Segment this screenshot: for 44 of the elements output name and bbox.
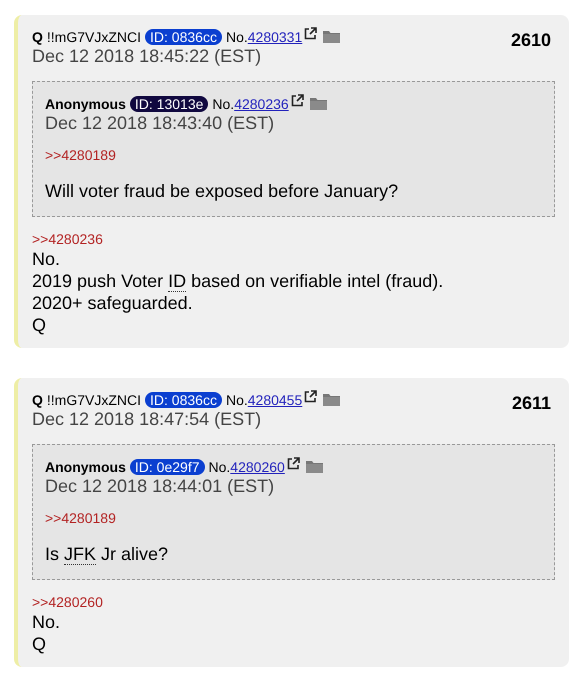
post-text: Q	[32, 314, 48, 336]
external-link-icon[interactable]	[290, 94, 304, 107]
folder-icon[interactable]	[310, 97, 327, 110]
post-number-label: No.	[226, 392, 248, 408]
post-number-label: No.	[208, 459, 230, 475]
quoted-text: Will voter fraud be exposed before January?	[45, 180, 400, 202]
post-text: 2020+ safeguarded.	[32, 292, 194, 314]
quoted-text: Is JFK Jr alive?	[45, 543, 170, 565]
external-link-icon[interactable]	[304, 27, 318, 40]
folder-icon[interactable]	[306, 460, 323, 473]
post-number-link[interactable]: 4280331	[248, 29, 302, 45]
external-link-icon[interactable]	[304, 390, 318, 403]
tripcode: !!mG7VJxZNCI	[46, 29, 142, 45]
post-date: Dec 12 2018 18:47:54 (EST)	[32, 409, 262, 429]
post-text: Q	[32, 633, 48, 655]
reply-link[interactable]: >>4280260	[32, 594, 555, 611]
reply-link[interactable]: >>4280189	[45, 508, 542, 529]
poster-id-badge: ID: 13013e	[130, 96, 208, 112]
tripcode: !!mG7VJxZNCI	[46, 392, 142, 408]
post-number-link[interactable]: 4280260	[230, 459, 285, 475]
poster-id-badge: ID: 0836cc	[145, 392, 222, 408]
post-number-label: No.	[212, 96, 234, 112]
poster-name: Anonymous	[45, 459, 126, 475]
quoted-post-date: Dec 12 2018 18:43:40 (EST)	[45, 113, 276, 133]
poster-name: Anonymous	[45, 96, 126, 112]
post-index: 2611	[512, 392, 552, 415]
poster-id-badge: ID: 0836cc	[145, 29, 222, 45]
folder-icon[interactable]	[323, 393, 340, 406]
poster-name: Q	[32, 392, 43, 408]
folder-icon[interactable]	[323, 30, 340, 43]
post-number-label: No.	[226, 29, 248, 45]
post-number-link[interactable]: 4280236	[234, 96, 289, 112]
post-number-link[interactable]: 4280455	[248, 392, 302, 408]
post-text: No.	[32, 248, 62, 270]
reply-link[interactable]: >>4280189	[45, 145, 542, 166]
post-date: Dec 12 2018 18:45:22 (EST)	[32, 46, 262, 66]
reply-link[interactable]: >>4280236	[32, 231, 555, 248]
poster-id-badge: ID: 0e29f7	[130, 459, 204, 475]
quoted-post-date: Dec 12 2018 18:44:01 (EST)	[45, 476, 276, 496]
post-text: No.	[32, 611, 62, 633]
poster-name: Q	[32, 29, 43, 45]
external-link-icon[interactable]	[286, 457, 300, 470]
post-text: 2019 push Voter ID based on verifiable intel (fraud).	[32, 270, 444, 292]
post-index: 2610	[510, 29, 552, 52]
